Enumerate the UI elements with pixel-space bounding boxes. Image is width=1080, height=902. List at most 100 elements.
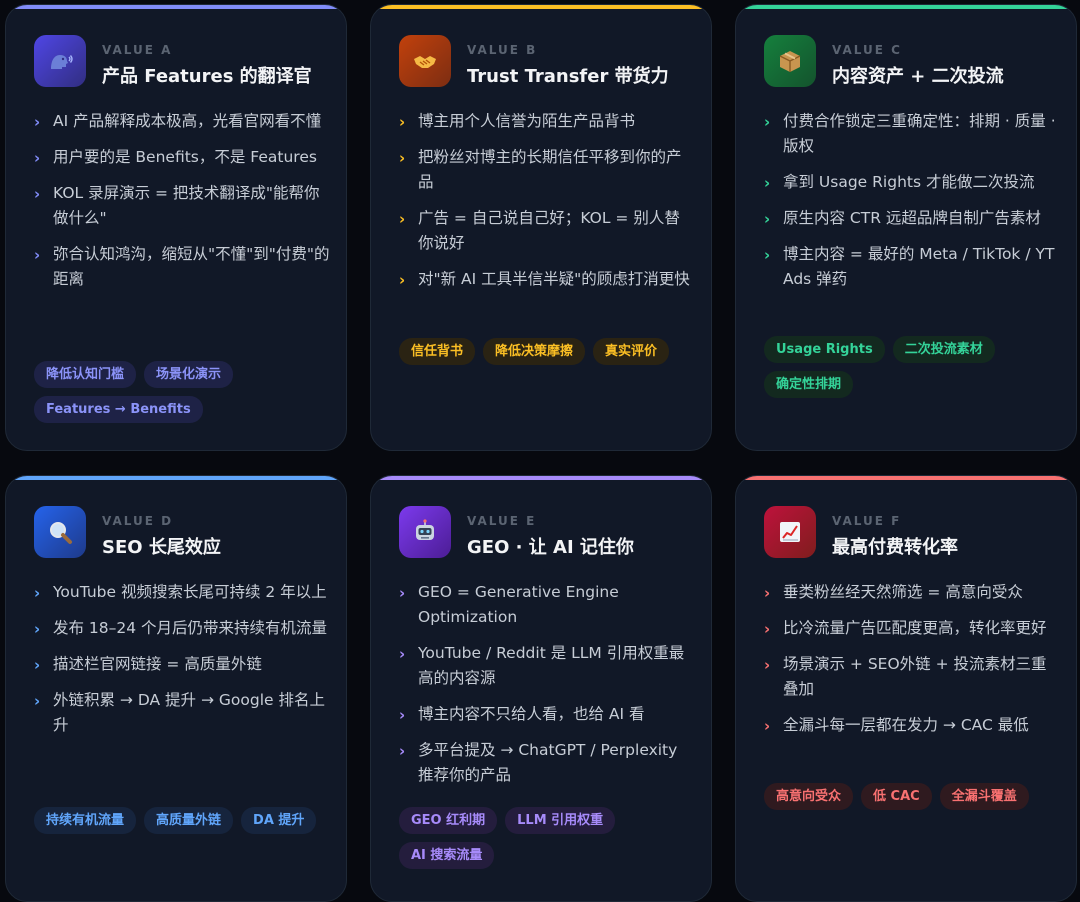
tag-chip: 高意向受众 <box>764 783 854 810</box>
card-accent-bar <box>371 5 711 9</box>
card-label: VALUE C <box>832 43 902 57</box>
bullet-item: › AI 产品解释成本极高，光看官网看不懂 <box>34 109 330 134</box>
card-label: VALUE E <box>467 514 537 528</box>
bullet-item: › 博主内容 = 最好的 Meta / TikTok / YT Ads 弹药 <box>764 245 1055 288</box>
tag-chip: 降低认知门槛 <box>34 361 137 388</box>
chevron-right-icon: › <box>399 149 406 167</box>
tag-chip: 信任背书 <box>399 338 476 365</box>
chevron-right-icon: › <box>34 656 41 674</box>
bullet-list: › 垂类粉丝经天然筛选 = 高意向受众 › 比冷流量广告匹配度更高，转化率更好 › 场… <box>764 580 1060 749</box>
card-label: VALUE A <box>102 43 173 57</box>
tag-chip: AI 搜索流量 <box>399 842 495 869</box>
chevron-right-icon: › <box>399 271 406 289</box>
tag-chip: 确定性排期 <box>764 371 854 398</box>
tag-chip: DA 提升 <box>241 807 317 834</box>
bullet-list: › YouTube 视频搜索长尾可持续 2 年以上 › 发布 18–24 个月后仍带… <box>34 580 330 749</box>
tag-chip: 场景化演示 <box>144 361 234 388</box>
bullet-item: › 垂类粉丝经天然筛选 = 高意向受众 <box>764 580 1060 605</box>
bullet-item: › KOL 录屏演示 = 把技术翻译成"能帮你做什么" <box>34 184 320 227</box>
bullet-item: › YouTube 视频搜索长尾可持续 2 年以上 <box>34 580 330 605</box>
value-card-b: VALUE B Trust Transfer 带货力 › 博主用个人信誉为陌生产品… <box>370 4 712 451</box>
card-accent-bar <box>736 476 1076 480</box>
card-accent-bar <box>6 5 346 9</box>
value-card-e: VALUE E GEO · 让 AI 记住你 › GEO = Generative… <box>370 475 712 902</box>
bullet-item: › 弥合认知鸿沟，缩短从"不懂"到"付费"的距离 <box>34 245 330 288</box>
bullet-list: › GEO = Generative Engine Optimization › Y… <box>399 580 695 799</box>
bullet-item: › 广告 = 自己说自己好；KOL = 别人替你说好 <box>399 209 680 252</box>
tag-chip: 低 CAC <box>861 783 932 810</box>
bullet-item: › 比冷流量广告匹配度更高，转化率更好 <box>764 616 1060 641</box>
tag-list: Usage Rights 二次投流素材 确定性排期 <box>764 336 1064 398</box>
bullet-item: › 把粉丝对博主的长期信任平移到你的产品 <box>399 148 682 191</box>
bullet-item: › 多平台提及 → ChatGPT / Perplexity 推荐你的产品 <box>399 741 678 784</box>
chevron-right-icon: › <box>399 706 406 724</box>
package-icon <box>764 35 816 87</box>
bullet-item: › YouTube / Reddit 是 LLM 引用权重最高的内容源 <box>399 644 685 687</box>
chevron-right-icon: › <box>399 742 406 760</box>
chevron-right-icon: › <box>764 656 771 674</box>
speaking-head-icon <box>34 35 86 87</box>
card-title: GEO · 让 AI 记住你 <box>467 537 634 558</box>
value-card-c: VALUE C 内容资产 + 二次投流 › 付费合作锁定三重确定性：排期 · 质量… <box>735 4 1077 451</box>
bullet-item: › 对"新 AI 工具半信半疑"的顾虑打消更快 <box>399 267 695 292</box>
chevron-right-icon: › <box>399 113 406 131</box>
chevron-right-icon: › <box>34 584 41 602</box>
card-title: Trust Transfer 带货力 <box>467 66 669 87</box>
bullet-item: › 原生内容 CTR 远超品牌自制广告素材 <box>764 206 1060 231</box>
tag-chip: 全漏斗覆盖 <box>939 783 1029 810</box>
tag-list: 降低认知门槛 场景化演示 Features → Benefits <box>34 361 334 423</box>
bullet-list: › AI 产品解释成本极高，光看官网看不懂 › 用户要的是 Benefits，不是 … <box>34 109 330 303</box>
tag-chip: 真实评价 <box>593 338 670 365</box>
chart-increasing-icon <box>764 506 816 558</box>
value-card-d: VALUE D SEO 长尾效应 › YouTube 视频搜索长尾可持续 2 年以… <box>5 475 347 902</box>
bullet-item: › 描述栏官网链接 = 高质量外链 <box>34 652 330 677</box>
bullet-item: › GEO = Generative Engine Optimization <box>399 583 619 626</box>
chevron-right-icon: › <box>764 210 771 228</box>
card-title: 内容资产 + 二次投流 <box>832 66 1004 87</box>
magnifying-glass-icon <box>34 506 86 558</box>
bullet-item: › 博主内容不只给人看，也给 AI 看 <box>399 702 695 727</box>
tag-chip: 持续有机流量 <box>34 807 137 834</box>
bullet-item: › 博主用个人信誉为陌生产品背书 <box>399 109 695 134</box>
card-label: VALUE D <box>102 514 174 528</box>
card-title: 最高付费转化率 <box>832 537 958 558</box>
card-accent-bar <box>6 476 346 480</box>
tag-list: GEO 红利期 LLM 引用权重 AI 搜索流量 <box>399 807 699 869</box>
bullet-item: › 付费合作锁定三重确定性：排期 · 质量 · 版权 <box>764 112 1056 155</box>
tag-chip: 高质量外链 <box>144 807 234 834</box>
bullet-item: › 发布 18–24 个月后仍带来持续有机流量 <box>34 616 330 641</box>
robot-icon <box>399 506 451 558</box>
chevron-right-icon: › <box>34 620 41 638</box>
tag-list: 信任背书 降低决策摩擦 真实评价 <box>399 338 699 365</box>
chevron-right-icon: › <box>34 692 41 710</box>
handshake-icon <box>399 35 451 87</box>
tag-chip: 二次投流素材 <box>892 336 995 363</box>
chevron-right-icon: › <box>399 210 406 228</box>
tag-list: 持续有机流量 高质量外链 DA 提升 <box>34 807 334 834</box>
value-card-f: VALUE F 最高付费转化率 › 垂类粉丝经天然筛选 = 高意向受众 › 比冷流量… <box>735 475 1077 902</box>
bullet-item: › 场景演示 + SEO外链 + 投流素材三重叠加 <box>764 655 1047 698</box>
chevron-right-icon: › <box>34 149 41 167</box>
chevron-right-icon: › <box>764 620 771 638</box>
card-accent-bar <box>371 476 711 480</box>
bullet-item: › 全漏斗每一层都在发力 → CAC 最低 <box>764 713 1060 738</box>
chevron-right-icon: › <box>34 113 41 131</box>
tag-chip: LLM 引用权重 <box>505 807 616 834</box>
card-label: VALUE F <box>832 514 902 528</box>
tag-chip: GEO 红利期 <box>399 807 498 834</box>
tag-chip: Features → Benefits <box>34 396 203 423</box>
bullet-list: › 博主用个人信誉为陌生产品背书 › 把粉丝对博主的长期信任平移到你的产品 › 广告 … <box>399 109 695 303</box>
chevron-right-icon: › <box>764 584 771 602</box>
chevron-right-icon: › <box>34 246 41 264</box>
chevron-right-icon: › <box>764 174 771 192</box>
bullet-item: › 用户要的是 Benefits，不是 Features <box>34 145 330 170</box>
chevron-right-icon: › <box>764 717 771 735</box>
card-title: 产品 Features 的翻译官 <box>102 66 312 87</box>
card-label: VALUE B <box>467 43 538 57</box>
card-title: SEO 长尾效应 <box>102 537 221 558</box>
tag-chip: 降低决策摩擦 <box>483 338 586 365</box>
bullet-list: › 付费合作锁定三重确定性：排期 · 质量 · 版权 › 拿到 Usage Righ… <box>764 109 1060 303</box>
chevron-right-icon: › <box>399 645 406 663</box>
chevron-right-icon: › <box>764 246 771 264</box>
card-accent-bar <box>736 5 1076 9</box>
